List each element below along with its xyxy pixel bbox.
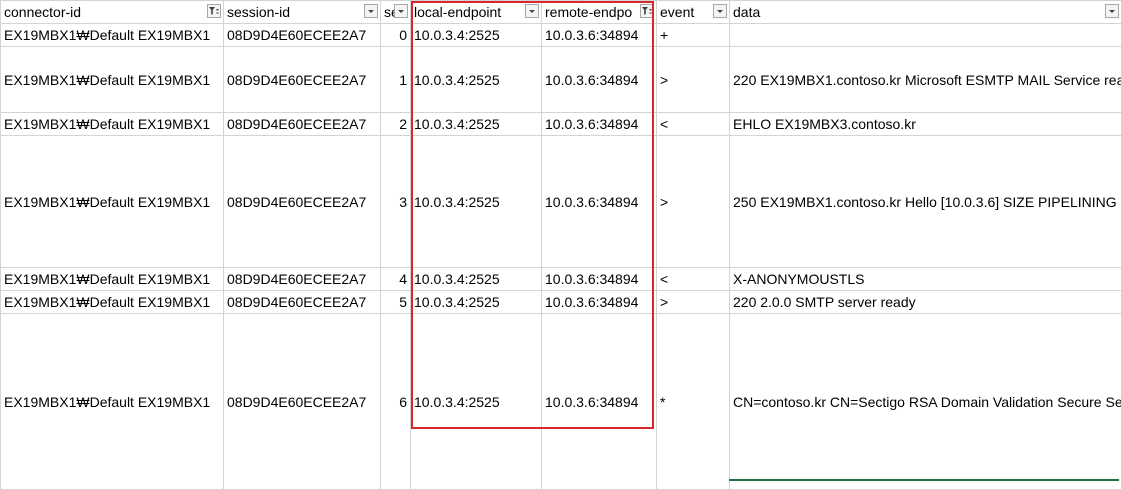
cell-data[interactable]: 220 EX19MBX1.contoso.kr Microsoft ESMTP …: [730, 47, 1121, 113]
table-row: EX19MBX1₩Default EX19MBX1 08D9D4E60ECEE2…: [1, 291, 1121, 314]
header-session-id: session-id: [224, 1, 381, 24]
table-row: EX19MBX1₩Default EX19MBX1 08D9D4E60ECEE2…: [1, 47, 1121, 113]
header-label: event: [660, 4, 694, 20]
cell-connector-id[interactable]: EX19MBX1₩Default EX19MBX1: [1, 113, 224, 136]
cell-event[interactable]: >: [657, 291, 730, 314]
table-row: EX19MBX1₩Default EX19MBX1 08D9D4E60ECEE2…: [1, 113, 1121, 136]
cell-local-endpoint[interactable]: 10.0.3.4:2525: [411, 24, 542, 47]
cell-sequence-number[interactable]: 1: [381, 47, 411, 113]
cell-local-endpoint[interactable]: 10.0.3.4:2525: [411, 136, 542, 268]
table-row: EX19MBX1₩Default EX19MBX1 08D9D4E60ECEE2…: [1, 136, 1121, 268]
filter-dropdown-icon[interactable]: [1105, 4, 1119, 18]
cell-remote-endpoint[interactable]: 10.0.3.6:34894: [542, 268, 657, 291]
cell-session-id[interactable]: 08D9D4E60ECEE2A7: [224, 291, 381, 314]
cell-remote-endpoint[interactable]: 10.0.3.6:34894: [542, 291, 657, 314]
cell-remote-endpoint[interactable]: 10.0.3.6:34894: [542, 136, 657, 268]
cell-data[interactable]: EHLO EX19MBX3.contoso.kr: [730, 113, 1121, 136]
cell-data[interactable]: [730, 24, 1121, 47]
cell-data-text: 250 EX19MBX1.contoso.kr Hello [10.0.3.6]…: [733, 191, 1118, 213]
filter-applied-icon[interactable]: [207, 4, 221, 18]
cell-data[interactable]: 250 EX19MBX1.contoso.kr Hello [10.0.3.6]…: [730, 136, 1121, 268]
cell-local-endpoint[interactable]: 10.0.3.4:2525: [411, 268, 542, 291]
cell-session-id[interactable]: 08D9D4E60ECEE2A7: [224, 113, 381, 136]
cell-session-id[interactable]: 08D9D4E60ECEE2A7: [224, 136, 381, 268]
cell-session-id[interactable]: 08D9D4E60ECEE2A7: [224, 268, 381, 291]
cell-connector-id[interactable]: EX19MBX1₩Default EX19MBX1: [1, 24, 224, 47]
cell-session-id[interactable]: 08D9D4E60ECEE2A7: [224, 314, 381, 490]
cell-connector-id[interactable]: EX19MBX1₩Default EX19MBX1: [1, 291, 224, 314]
cell-sequence-number[interactable]: 4: [381, 268, 411, 291]
cell-sequence-number[interactable]: 6: [381, 314, 411, 490]
cell-local-endpoint[interactable]: 10.0.3.4:2525: [411, 314, 542, 490]
cell-connector-id[interactable]: EX19MBX1₩Default EX19MBX1: [1, 268, 224, 291]
cell-event[interactable]: *: [657, 314, 730, 490]
cell-connector-id[interactable]: EX19MBX1₩Default EX19MBX1: [1, 314, 224, 490]
cell-data[interactable]: X-ANONYMOUSTLS: [730, 268, 1121, 291]
header-label: session-id: [227, 4, 290, 20]
cell-data-text: CN=contoso.kr CN=Sectigo RSA Domain Vali…: [733, 391, 1118, 413]
cell-event[interactable]: +: [657, 24, 730, 47]
filter-dropdown-icon[interactable]: [364, 4, 378, 18]
header-label: local-endpoint: [414, 4, 501, 20]
cell-event[interactable]: >: [657, 47, 730, 113]
cell-event[interactable]: >: [657, 136, 730, 268]
cell-event[interactable]: <: [657, 113, 730, 136]
header-row: connector-id session-id se local-endpoin…: [1, 1, 1121, 24]
table-row: EX19MBX1₩Default EX19MBX1 08D9D4E60ECEE2…: [1, 314, 1121, 490]
cell-data-text: EHLO EX19MBX3.contoso.kr: [733, 113, 1118, 135]
cell-remote-endpoint[interactable]: 10.0.3.6:34894: [542, 113, 657, 136]
filter-dropdown-icon[interactable]: [713, 4, 727, 18]
header-remote-endpoint: remote-endpo: [542, 1, 657, 24]
filter-applied-icon[interactable]: [640, 4, 654, 18]
filter-dropdown-icon[interactable]: [394, 4, 408, 18]
table-row: EX19MBX1₩Default EX19MBX1 08D9D4E60ECEE2…: [1, 268, 1121, 291]
cell-local-endpoint[interactable]: 10.0.3.4:2525: [411, 47, 542, 113]
cell-local-endpoint[interactable]: 10.0.3.4:2525: [411, 113, 542, 136]
cell-remote-endpoint[interactable]: 10.0.3.6:34894: [542, 47, 657, 113]
header-label: data: [733, 4, 760, 20]
active-cell-indicator: [729, 479, 1119, 481]
cell-remote-endpoint[interactable]: 10.0.3.6:34894: [542, 24, 657, 47]
cell-data-text: X-ANONYMOUSTLS: [733, 268, 1118, 290]
cell-local-endpoint[interactable]: 10.0.3.4:2525: [411, 291, 542, 314]
cell-data[interactable]: CN=contoso.kr CN=Sectigo RSA Domain Vali…: [730, 314, 1121, 490]
cell-event[interactable]: <: [657, 268, 730, 291]
table-row: EX19MBX1₩Default EX19MBX1 08D9D4E60ECEE2…: [1, 24, 1121, 47]
cell-data-text: 220 EX19MBX1.contoso.kr Microsoft ESMTP …: [733, 69, 1118, 91]
spreadsheet-grid: connector-id session-id se local-endpoin…: [0, 0, 1121, 490]
cell-sequence-number[interactable]: 2: [381, 113, 411, 136]
cell-sequence-number[interactable]: 5: [381, 291, 411, 314]
cell-sequence-number[interactable]: 3: [381, 136, 411, 268]
header-label: connector-id: [4, 4, 81, 20]
header-label: remote-endpo: [545, 4, 632, 20]
cell-session-id[interactable]: 08D9D4E60ECEE2A7: [224, 47, 381, 113]
header-connector-id: connector-id: [1, 1, 224, 24]
cell-session-id[interactable]: 08D9D4E60ECEE2A7: [224, 24, 381, 47]
header-local-endpoint: local-endpoint: [411, 1, 542, 24]
cell-connector-id[interactable]: EX19MBX1₩Default EX19MBX1: [1, 136, 224, 268]
cell-remote-endpoint[interactable]: 10.0.3.6:34894: [542, 314, 657, 490]
header-sequence-number: se: [381, 1, 411, 24]
cell-sequence-number[interactable]: 0: [381, 24, 411, 47]
filter-dropdown-icon[interactable]: [525, 4, 539, 18]
header-event: event: [657, 1, 730, 24]
cell-data-text: 220 2.0.0 SMTP server ready: [733, 291, 1118, 313]
cell-connector-id[interactable]: EX19MBX1₩Default EX19MBX1: [1, 47, 224, 113]
header-data: data: [730, 1, 1121, 24]
cell-data[interactable]: 220 2.0.0 SMTP server ready: [730, 291, 1121, 314]
